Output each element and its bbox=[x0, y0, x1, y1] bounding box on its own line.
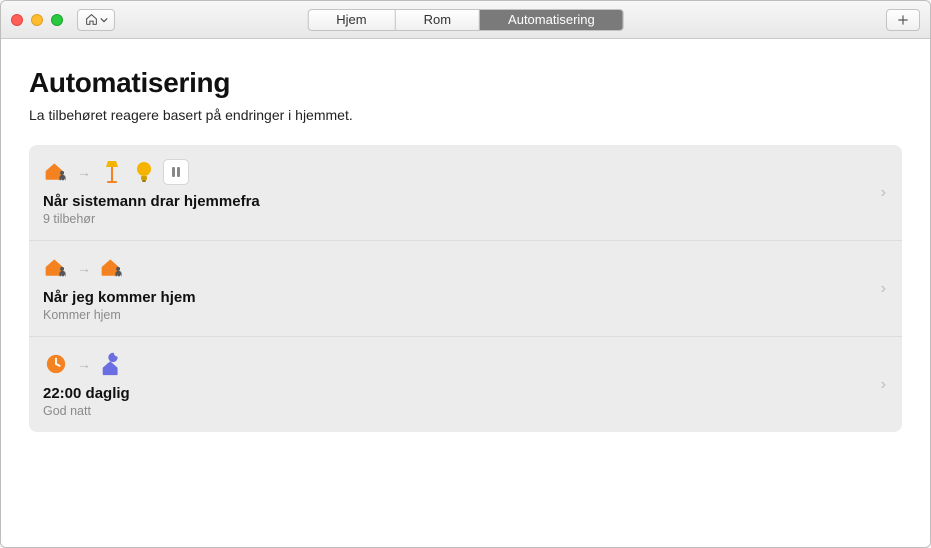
tab-home[interactable]: Hjem bbox=[308, 10, 395, 30]
house-person-arrive-icon bbox=[43, 255, 69, 281]
house-person-leave-icon bbox=[43, 159, 69, 185]
floor-lamp-icon bbox=[99, 159, 125, 185]
app-window: Hjem Rom Automatisering Automatisering L… bbox=[0, 0, 931, 548]
zoom-window-button[interactable] bbox=[51, 14, 63, 26]
automation-row[interactable]: → Når sistemann drar hjemmefra 9 tilbehø… bbox=[29, 145, 902, 241]
arrow-icon: → bbox=[75, 356, 93, 372]
house-person-arrive-icon bbox=[99, 255, 125, 281]
automation-title: 22:00 daglig bbox=[43, 385, 884, 402]
switch-tile-icon bbox=[163, 159, 189, 185]
content-area: Automatisering La tilbehøret reagere bas… bbox=[1, 39, 930, 547]
add-button[interactable] bbox=[886, 9, 920, 31]
automation-subtitle: God natt bbox=[43, 404, 884, 418]
row-icons: → bbox=[43, 255, 884, 281]
arrow-icon: → bbox=[75, 164, 93, 180]
minimize-window-button[interactable] bbox=[31, 14, 43, 26]
plus-icon bbox=[896, 13, 910, 27]
automation-title: Når sistemann drar hjemmefra bbox=[43, 193, 884, 210]
chevron-down-icon bbox=[100, 16, 108, 24]
automation-subtitle: 9 tilbehør bbox=[43, 212, 884, 226]
house-icon bbox=[85, 13, 98, 26]
automation-row[interactable]: → 22:00 daglig God natt › bbox=[29, 337, 902, 432]
close-window-button[interactable] bbox=[11, 14, 23, 26]
automation-title: Når jeg kommer hjem bbox=[43, 289, 884, 306]
window-controls bbox=[11, 14, 63, 26]
bulb-icon bbox=[131, 159, 157, 185]
home-selector-dropdown[interactable] bbox=[77, 9, 115, 31]
titlebar: Hjem Rom Automatisering bbox=[1, 1, 930, 39]
moon-house-icon bbox=[99, 351, 125, 377]
row-icons: → bbox=[43, 351, 884, 377]
arrow-icon: → bbox=[75, 260, 93, 276]
view-tabs: Hjem Rom Automatisering bbox=[307, 9, 624, 31]
automation-row[interactable]: → Når jeg kommer hjem Kommer hjem › bbox=[29, 241, 902, 337]
automations-list: → Når sistemann drar hjemmefra 9 tilbehø… bbox=[29, 145, 902, 432]
page-subtitle: La tilbehøret reagere basert på endringe… bbox=[29, 107, 902, 123]
clock-icon bbox=[43, 351, 69, 377]
automation-subtitle: Kommer hjem bbox=[43, 308, 884, 322]
chevron-right-icon: › bbox=[881, 376, 886, 394]
tab-automation[interactable]: Automatisering bbox=[480, 10, 623, 30]
page-title: Automatisering bbox=[29, 67, 902, 99]
chevron-right-icon: › bbox=[881, 280, 886, 298]
row-icons: → bbox=[43, 159, 884, 185]
tab-rooms[interactable]: Rom bbox=[396, 10, 480, 30]
chevron-right-icon: › bbox=[881, 184, 886, 202]
